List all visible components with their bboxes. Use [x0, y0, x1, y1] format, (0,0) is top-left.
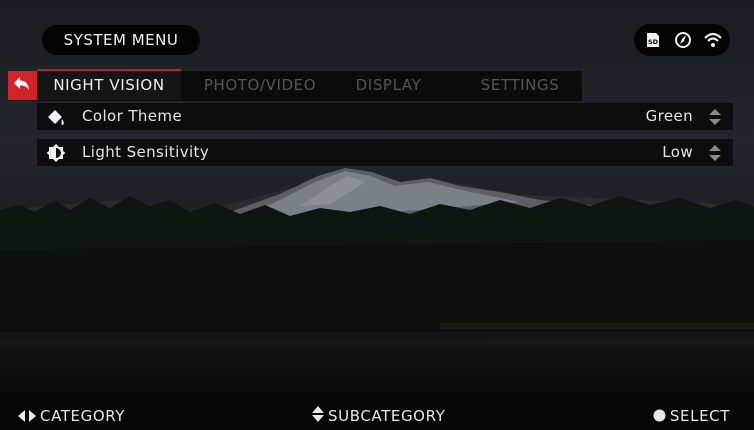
hint-category: CATEGORY: [18, 402, 125, 430]
compass-icon: [674, 31, 692, 49]
left-right-icon: [18, 403, 36, 430]
up-down-icon[interactable]: [709, 109, 721, 125]
paint-bucket-icon: [46, 107, 66, 127]
up-down-icon: [312, 403, 324, 430]
menu-item-value: Low: [662, 143, 693, 161]
back-arrow-icon: [14, 77, 29, 90]
system-menu-title: SYSTEM MENU: [42, 25, 200, 55]
menu-item-light-sensitivity[interactable]: Light Sensitivity Low: [37, 139, 733, 166]
footer-hint-bar: CATEGORY SUBCATEGORY SELECT: [0, 402, 754, 430]
tab-display[interactable]: DISPLAY: [339, 71, 438, 100]
hint-select: SELECT: [653, 402, 730, 430]
background-landscape: [0, 0, 754, 402]
menu-item-color-theme[interactable]: Color Theme Green: [37, 103, 733, 130]
menu-item-value: Green: [645, 107, 693, 125]
back-button[interactable]: [8, 71, 37, 100]
up-down-icon[interactable]: [709, 145, 721, 161]
sd-card-icon: SD: [644, 31, 662, 49]
tab-photo-video[interactable]: PHOTO/VIDEO: [189, 71, 331, 100]
tab-settings[interactable]: SETTINGS: [458, 71, 582, 100]
menu-item-label: Light Sensitivity: [82, 143, 210, 161]
hint-category-label: CATEGORY: [40, 407, 126, 425]
menu-item-label: Color Theme: [82, 107, 183, 125]
select-dot-icon: [653, 403, 666, 430]
brightness-icon: [46, 143, 66, 163]
sd-label: SD: [648, 38, 659, 46]
hint-subcategory: SUBCATEGORY: [312, 402, 445, 430]
tab-night-vision[interactable]: NIGHT VISION: [37, 69, 181, 100]
status-bar: SD: [634, 24, 730, 56]
hint-select-label: SELECT: [669, 407, 730, 425]
screen: SYSTEM MENU SD NIGHT VISION PHOTO/VIDEO …: [0, 0, 754, 430]
wifi-icon: [704, 31, 722, 49]
hint-subcategory-label: SUBCATEGORY: [328, 407, 446, 425]
